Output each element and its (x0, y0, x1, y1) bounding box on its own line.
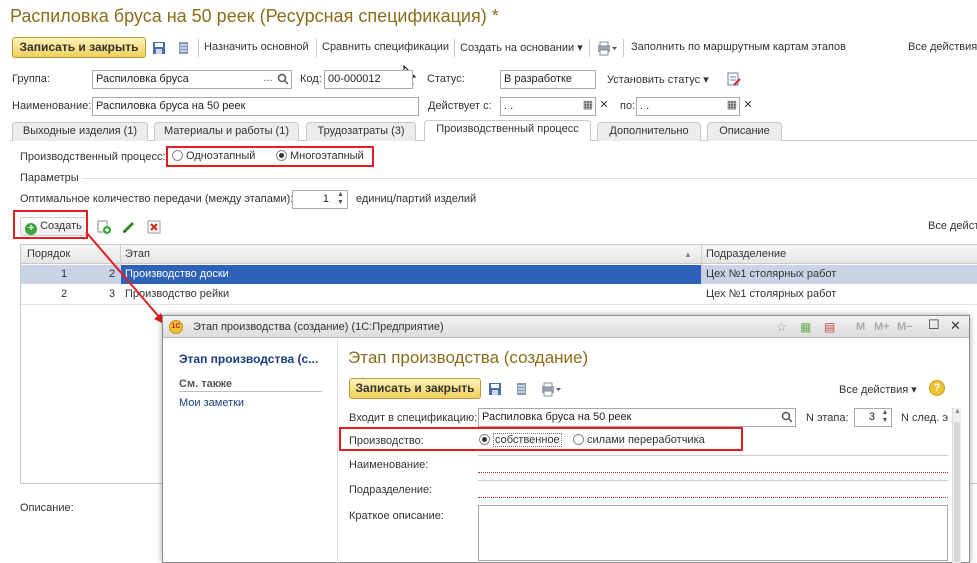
department-field[interactable] (478, 480, 948, 498)
see-also-label: См. также (179, 378, 232, 390)
dialog-title: Этап производства (создание) (1С:Предпри… (193, 321, 444, 333)
stage-dialog: 1C Этап производства (создание) (1С:Пред… (162, 315, 970, 563)
print-icon[interactable] (540, 381, 561, 397)
dialog-nav-panel (163, 339, 338, 563)
short-description-field[interactable] (478, 505, 948, 561)
favorite-icon[interactable]: ☆ (776, 320, 787, 334)
spec-search-icon[interactable] (780, 409, 794, 426)
memory-plus-button[interactable]: M+ (874, 321, 890, 333)
highlight-box (339, 427, 743, 451)
dialog-heading: Этап производства (создание) (348, 348, 589, 367)
nav-stage-link[interactable]: Этап производства (с... (179, 352, 318, 366)
spec-label: Входит в спецификацию: (349, 412, 478, 424)
close-icon[interactable]: ✕ (950, 318, 961, 334)
next-stage-label: N след. э (901, 412, 948, 424)
scroll-thumb[interactable] (954, 422, 960, 562)
dialog-all-actions-button[interactable]: Все действия ▾ (839, 383, 917, 396)
list-icon[interactable] (513, 381, 529, 397)
memory-button[interactable]: M (856, 321, 865, 333)
dialog-save-close-button[interactable]: Записать и закрыть (349, 378, 481, 399)
dropdown-arrow-icon: ▾ (911, 384, 917, 396)
save-icon[interactable] (487, 381, 503, 397)
spec-field[interactable]: Распиловка бруса на 50 реек (478, 408, 796, 427)
maximize-icon[interactable]: ☐ (928, 317, 940, 333)
spin-icon[interactable]: ▲ ▼ (879, 409, 891, 426)
memory-minus-button[interactable]: M− (897, 321, 913, 333)
stage-name-field[interactable] (478, 455, 948, 473)
my-notes-link[interactable]: Мои заметки (179, 397, 244, 409)
stage-name-label: Наименование: (349, 459, 429, 471)
dialog-all-actions-label: Все действия (839, 384, 909, 396)
stage-number-label: N этапа: (806, 412, 849, 424)
calculator-icon[interactable]: ▦ (800, 320, 811, 334)
dialog-scrollbar[interactable]: ▲ (952, 408, 961, 563)
calendar-icon[interactable]: ▤ (824, 320, 835, 334)
scroll-up-icon[interactable]: ▲ (954, 408, 961, 415)
app-logo-icon: 1C (169, 320, 183, 334)
department-label: Подразделение: (349, 484, 433, 496)
short-description-label: Краткое описание: (349, 510, 444, 522)
help-icon[interactable]: ? (929, 380, 945, 396)
